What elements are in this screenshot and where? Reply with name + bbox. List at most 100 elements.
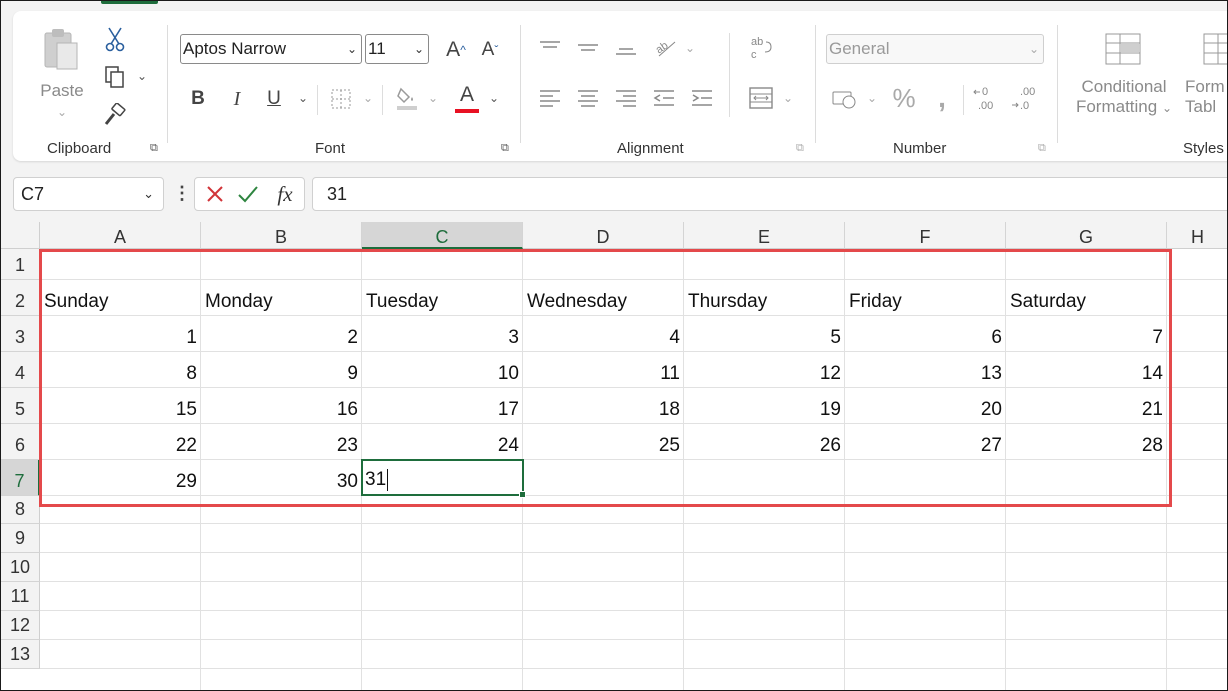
merge-center-icon[interactable]	[746, 83, 776, 113]
row-header-3[interactable]: 3	[1, 316, 40, 352]
paste-icon[interactable]	[39, 25, 83, 75]
align-left-icon[interactable]	[537, 85, 563, 111]
row-header-7[interactable]: 7	[1, 460, 40, 496]
number-format-value: General	[829, 39, 890, 58]
svg-text:c: c	[751, 49, 757, 61]
increase-indent-icon[interactable]	[689, 85, 715, 111]
formula-input[interactable]: 31	[312, 177, 1227, 211]
insert-function-icon[interactable]: fx	[272, 180, 298, 208]
gridline-horizontal	[40, 552, 1227, 553]
divider	[963, 85, 964, 115]
font-color-glyph: A	[459, 83, 474, 106]
align-right-icon[interactable]	[613, 85, 639, 111]
column-header-d[interactable]: D	[523, 222, 684, 249]
number-launcher-icon[interactable]: ⧉	[1038, 143, 1049, 154]
conditional-formatting-button[interactable]: Conditional Formatting ⌄	[1065, 77, 1183, 117]
confirm-entry-icon[interactable]	[236, 181, 260, 207]
row-header-5[interactable]: 5	[1, 388, 40, 424]
cut-icon[interactable]	[101, 25, 129, 53]
format-as-table-icon[interactable]	[1201, 29, 1227, 69]
number-group-label: Number	[893, 140, 947, 157]
middle-align-icon[interactable]	[575, 35, 601, 61]
orientation-icon[interactable]: ab	[651, 33, 679, 61]
number-format-select[interactable]: General ⌄	[826, 34, 1044, 64]
copy-icon[interactable]	[101, 63, 129, 91]
more-options-icon[interactable]: ⋮	[173, 183, 191, 204]
chevron-down-icon: ⌄	[346, 42, 357, 56]
row-header-1[interactable]: 1	[1, 249, 40, 280]
font-launcher-icon[interactable]: ⧉	[501, 143, 512, 154]
fill-color-dropdown-icon[interactable]: ⌄	[428, 91, 438, 105]
font-size-select[interactable]: 11 ⌄	[365, 34, 429, 64]
font-color-bar	[455, 109, 479, 113]
bold-button[interactable]: B	[185, 85, 211, 113]
svg-text:.00: .00	[978, 100, 993, 112]
increase-decimal-icon[interactable]: 0.00	[971, 83, 1001, 113]
accounting-format-icon[interactable]	[829, 85, 859, 113]
calendar-highlight-box	[39, 249, 1172, 507]
borders-icon[interactable]	[327, 85, 355, 113]
gridline-horizontal	[40, 668, 1227, 669]
conditional-formatting-icon[interactable]	[1101, 29, 1145, 69]
format-painter-icon[interactable]	[101, 101, 129, 129]
alignment-launcher-icon[interactable]: ⧉	[796, 143, 807, 154]
wrap-text-icon[interactable]: ab c	[746, 33, 776, 63]
row-header-2[interactable]: 2	[1, 280, 40, 316]
column-header-h[interactable]: H	[1167, 222, 1227, 249]
borders-dropdown-icon[interactable]: ⌄	[363, 91, 373, 105]
row-header-12[interactable]: 12	[1, 611, 40, 640]
percent-style-icon[interactable]: %	[889, 83, 919, 113]
select-all-corner[interactable]	[1, 222, 40, 249]
font-color-dropdown-icon[interactable]: ⌄	[489, 91, 499, 105]
group-separator	[167, 25, 168, 143]
align-center-icon[interactable]	[575, 85, 601, 111]
row-header-11[interactable]: 11	[1, 582, 40, 611]
name-box-value: C7	[21, 184, 45, 204]
decrease-decimal-icon[interactable]: .00.0	[1009, 83, 1039, 113]
format-as-table-button[interactable]: Form Tabl	[1185, 77, 1227, 117]
row-header-4[interactable]: 4	[1, 352, 40, 388]
name-box[interactable]: C7 ⌄	[13, 177, 164, 211]
orientation-dropdown-icon[interactable]: ⌄	[685, 41, 695, 55]
cancel-entry-icon[interactable]	[203, 181, 227, 207]
group-separator	[815, 25, 816, 143]
column-header-f[interactable]: F	[845, 222, 1006, 249]
clipboard-launcher-icon[interactable]: ⧉	[150, 143, 161, 154]
font-size-value: 11	[368, 39, 386, 58]
column-header-b[interactable]: B	[201, 222, 362, 249]
bottom-align-icon[interactable]	[613, 35, 639, 61]
font-color-icon[interactable]: A	[453, 83, 481, 113]
format-table-line1: Form	[1185, 77, 1225, 96]
column-header-c[interactable]: C	[362, 222, 523, 249]
font-name-value: Aptos Narrow	[183, 39, 286, 58]
underline-dropdown-icon[interactable]: ⌄	[298, 91, 308, 105]
font-name-select[interactable]: Aptos Narrow ⌄	[180, 34, 362, 64]
column-header-g[interactable]: G	[1006, 222, 1167, 249]
row-header-13[interactable]: 13	[1, 640, 40, 669]
chevron-down-icon: ⌄	[143, 186, 154, 201]
home-tab-indicator	[101, 1, 158, 4]
row-header-9[interactable]: 9	[1, 524, 40, 553]
italic-button[interactable]: I	[224, 85, 250, 113]
decrease-indent-icon[interactable]	[651, 85, 677, 111]
increase-font-size-icon[interactable]: A ^	[441, 35, 471, 65]
accounting-dropdown-icon[interactable]: ⌄	[867, 91, 877, 105]
top-align-icon[interactable]	[537, 35, 563, 61]
row-header-8[interactable]: 8	[1, 496, 40, 524]
chevron-down-icon: ⌄	[413, 42, 424, 56]
format-table-line2: Tabl	[1185, 97, 1217, 116]
underline-button[interactable]: U	[261, 85, 287, 113]
paste-dropdown-icon[interactable]: ⌄	[57, 105, 67, 119]
row-header-10[interactable]: 10	[1, 553, 40, 582]
merge-dropdown-icon[interactable]: ⌄	[783, 91, 793, 105]
conditional-line1: Conditional	[1081, 77, 1167, 96]
fill-color-icon[interactable]	[393, 83, 421, 113]
column-header-a[interactable]: A	[40, 222, 201, 249]
decrease-font-size-icon[interactable]: Aˇ	[475, 35, 505, 65]
comma-style-icon[interactable]: ,	[929, 82, 955, 113]
column-header-e[interactable]: E	[684, 222, 845, 249]
formula-buttons: fx	[194, 177, 305, 211]
paste-button[interactable]: Paste	[37, 81, 87, 101]
row-header-6[interactable]: 6	[1, 424, 40, 460]
copy-dropdown-icon[interactable]: ⌄	[137, 69, 147, 83]
